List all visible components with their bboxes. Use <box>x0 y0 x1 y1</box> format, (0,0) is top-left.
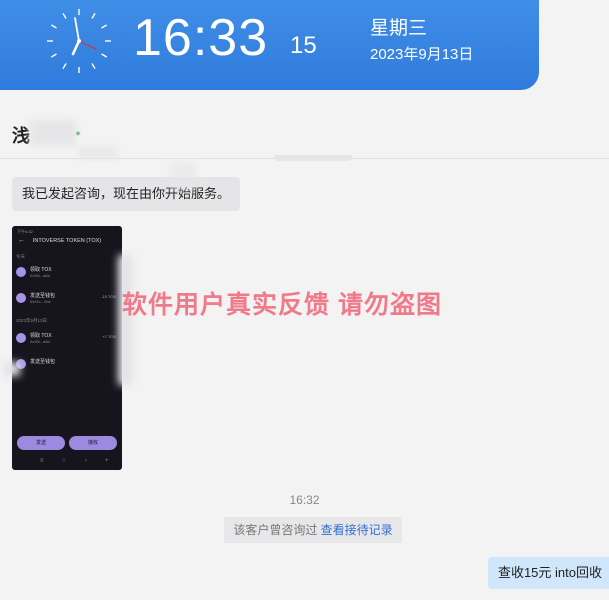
phone-section-date: 2023年9月13日 <box>16 318 48 323</box>
redacted-tag-blur: ▪ <box>76 126 81 140</box>
phone-nav-bar: ≡ ○ ‹ + <box>12 458 122 468</box>
tx-title: 发送至钱包 <box>30 293 56 299</box>
token-icon <box>16 267 26 277</box>
agent-message-bubble: 我已发起咨询，现在由你开始服务。 <box>12 177 241 211</box>
tx-address: 0x3f4...a8d <box>30 273 50 278</box>
chat-header: 浅 ▪ <box>0 106 609 160</box>
customer-message-bubble: 查收15元 into回收 <box>487 557 609 589</box>
token-icon <box>16 293 26 303</box>
token-icon <box>16 333 26 343</box>
message-timestamp: 16:32 <box>289 493 320 507</box>
phone-tx-row: 发送至钱包 <box>16 356 118 374</box>
digital-time: 16:33 <box>133 9 269 67</box>
header-notch <box>274 155 352 161</box>
phone-tx-row: 发送至钱包 0x91c...2be -15 TOX <box>16 290 118 308</box>
redacted-blur-3 <box>4 362 20 376</box>
history-notice: 该客户曾咨询过 查看接待记录 <box>224 517 402 543</box>
tx-amount: -15 TOX <box>101 294 116 299</box>
redacted-name-blur <box>30 120 76 146</box>
redacted-area-blur <box>78 146 118 160</box>
clock-widget: 16:33 15 星期三 2023年9月13日 <box>0 0 539 90</box>
weekday-label: 星期三 <box>370 18 428 39</box>
phone-status-time: 下午4:32 <box>17 229 33 234</box>
watermark-text: 软件用户真实反馈 请勿盗图 <box>122 291 442 319</box>
add-icon: + <box>105 458 109 464</box>
phone-tx-row: 领取 TOX 0x3f4...a8d +7 TOX <box>16 330 118 348</box>
image-attachment[interactable]: 下午4:32 ← INTOVERSE TOKEN (TOX) 今天 领取 TOX… <box>12 226 122 470</box>
digital-seconds: 15 <box>290 32 317 59</box>
notice-text: 该客户曾咨询过 <box>233 523 321 537</box>
tx-title: 领取 TOX <box>30 267 52 273</box>
analog-clock-icon <box>47 9 111 73</box>
tx-address: 0x91c...2be <box>30 299 51 304</box>
view-history-link[interactable]: 查看接待记录 <box>321 523 393 537</box>
tx-address: 0x3f4...a8d <box>30 339 50 344</box>
redacted-blur-1 <box>170 162 196 190</box>
phone-receive-button: 接收 <box>69 436 117 450</box>
phone-title: INTOVERSE TOKEN (TOX) <box>32 238 102 244</box>
tx-amount: +7 TOX <box>102 334 116 339</box>
phone-send-button: 发送 <box>17 436 65 450</box>
back-icon: ‹ <box>85 458 87 464</box>
phone-section-today: 今天 <box>16 254 25 259</box>
customer-name: 浅 <box>12 126 30 146</box>
date-label: 2023年9月13日 <box>370 46 474 63</box>
phone-tx-row: 领取 TOX 0x3f4...a8d <box>16 264 118 282</box>
menu-icon: ≡ <box>40 458 44 464</box>
tx-title: 发送至钱包 <box>30 359 56 365</box>
home-icon: ○ <box>62 458 66 464</box>
tx-title: 领取 TOX <box>30 333 52 339</box>
